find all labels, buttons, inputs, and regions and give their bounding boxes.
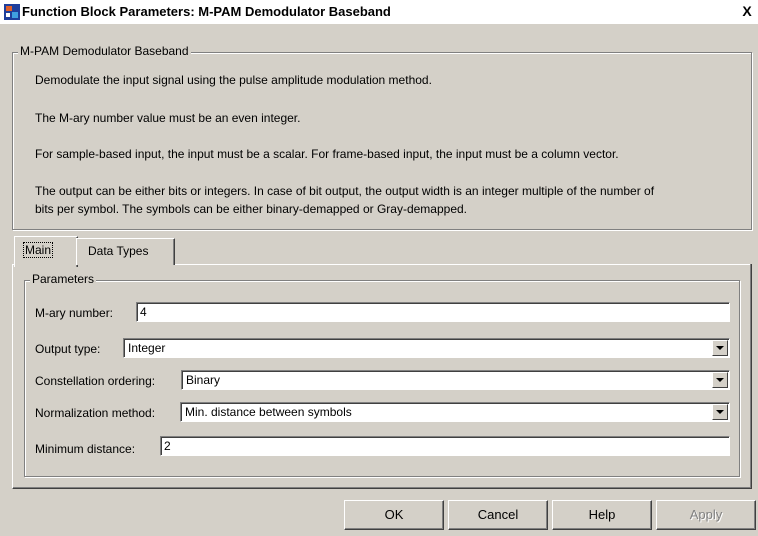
output-type-select[interactable]: Integer (123, 338, 730, 358)
tab-data-types[interactable]: Data Types (76, 238, 175, 265)
simulink-block-icon (4, 4, 20, 20)
chevron-down-icon[interactable] (712, 404, 728, 420)
description-line-3: For sample-based input, the input must b… (35, 147, 619, 161)
mary-number-input[interactable]: 4 (136, 302, 730, 322)
ok-button[interactable]: OK (344, 500, 444, 530)
title-bar: Function Block Parameters: M-PAM Demodul… (0, 0, 758, 24)
output-type-label: Output type: (35, 342, 101, 356)
window-title: Function Block Parameters: M-PAM Demodul… (22, 4, 391, 19)
close-icon[interactable]: X (740, 3, 754, 19)
normalization-method-select[interactable]: Min. distance between symbols (180, 402, 730, 422)
output-type-value: Integer (128, 341, 166, 355)
description-line-1: Demodulate the input signal using the pu… (35, 73, 432, 87)
minimum-distance-input[interactable]: 2 (160, 436, 730, 456)
constellation-ordering-select[interactable]: Binary (181, 370, 730, 390)
description-line-4: The output can be either bits or integer… (35, 184, 655, 198)
tab-main[interactable]: Main (14, 236, 78, 267)
description-line-2: The M-ary number value must be an even i… (35, 111, 301, 125)
apply-button[interactable]: Apply (656, 500, 756, 530)
constellation-ordering-value: Binary (186, 373, 221, 387)
block-description-title: M-PAM Demodulator Baseband (18, 44, 191, 58)
chevron-down-icon[interactable] (712, 372, 728, 388)
tab-data-types-label: Data Types (88, 244, 149, 258)
description-line-5: bits per symbol. The symbols can be eith… (35, 202, 467, 216)
help-button[interactable]: Help (552, 500, 652, 530)
cancel-button[interactable]: Cancel (448, 500, 548, 530)
mary-number-label: M-ary number: (35, 306, 114, 320)
tab-main-label: Main (23, 242, 54, 258)
normalization-method-label: Normalization method: (35, 406, 156, 420)
chevron-down-icon[interactable] (712, 340, 728, 356)
constellation-ordering-label: Constellation ordering: (35, 374, 156, 388)
parameters-title: Parameters (30, 272, 97, 286)
minimum-distance-label: Minimum distance: (35, 442, 136, 456)
normalization-method-value: Min. distance between symbols (185, 405, 352, 419)
